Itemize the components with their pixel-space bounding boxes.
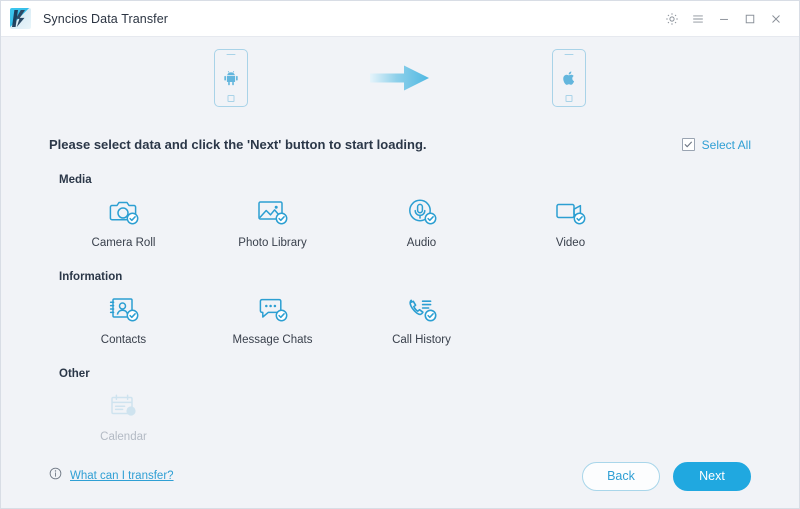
select-all-label: Select All [702,138,751,152]
data-item-label: Photo Library [238,237,306,249]
minimize-icon[interactable] [711,6,737,32]
instruction-row: Please select data and click the 'Next' … [1,115,799,152]
data-item-message-chats[interactable]: Message Chats [198,289,347,346]
info-icon [49,467,62,485]
data-item-label: Camera Roll [92,237,156,249]
calendar-icon [103,386,145,424]
data-item-label: Contacts [101,334,146,346]
apple-logo-icon [560,69,578,87]
select-all-control[interactable]: Select All [682,138,751,152]
data-item-label: Message Chats [233,334,313,346]
gear-icon[interactable] [659,6,685,32]
phone-handset-icon [401,289,443,327]
data-item-photo-library[interactable]: Photo Library [198,192,347,249]
footer-bar: What can I transfer? Back Next [1,443,799,509]
group-items-other: Calendar [49,386,751,443]
title-bar: Syncios Data Transfer [1,1,799,37]
data-item-calendar: Calendar [49,386,198,443]
close-icon[interactable] [763,6,789,32]
hamburger-menu-icon[interactable] [685,6,711,32]
group-title-information: Information [59,271,751,283]
chat-bubble-icon [252,289,294,327]
group-items-information: Contacts Message Chats [49,289,751,346]
maximize-icon[interactable] [737,6,763,32]
app-window: Syncios Data Transfer [0,0,800,509]
window-controls [659,6,789,32]
data-item-camera-roll[interactable]: Camera Roll [49,192,198,249]
source-device [214,49,248,107]
contact-card-icon [103,289,145,327]
group-title-other: Other [59,368,751,380]
group-items-media: Camera Roll Photo Library [49,192,751,249]
help-link-group[interactable]: What can I transfer? [49,467,174,485]
what-can-i-transfer-link[interactable]: What can I transfer? [70,470,174,482]
data-item-label: Audio [407,237,436,249]
footer-buttons: Back Next [582,462,751,491]
data-item-label: Video [556,237,585,249]
camera-icon [103,192,145,230]
data-item-audio[interactable]: Audio [347,192,496,249]
transfer-direction-strip [1,37,799,115]
android-robot-icon [222,69,240,87]
data-item-call-history[interactable]: Call History [347,289,496,346]
instruction-text: Please select data and click the 'Next' … [49,137,427,152]
data-item-contacts[interactable]: Contacts [49,289,198,346]
microphone-icon [401,192,443,230]
right-arrow-icon [368,61,432,95]
data-item-label: Calendar [100,431,147,443]
back-button[interactable]: Back [582,462,660,491]
checkbox-checked-icon[interactable] [682,138,695,151]
data-item-label: Call History [392,334,451,346]
video-camera-icon [550,192,592,230]
photo-image-icon [252,192,294,230]
group-title-media: Media [59,174,751,186]
target-device [552,49,586,107]
syncios-logo [10,8,31,29]
app-title: Syncios Data Transfer [43,12,168,26]
data-item-video[interactable]: Video [496,192,645,249]
next-button[interactable]: Next [673,462,751,491]
data-type-selection: Media Camera Roll [1,152,799,443]
